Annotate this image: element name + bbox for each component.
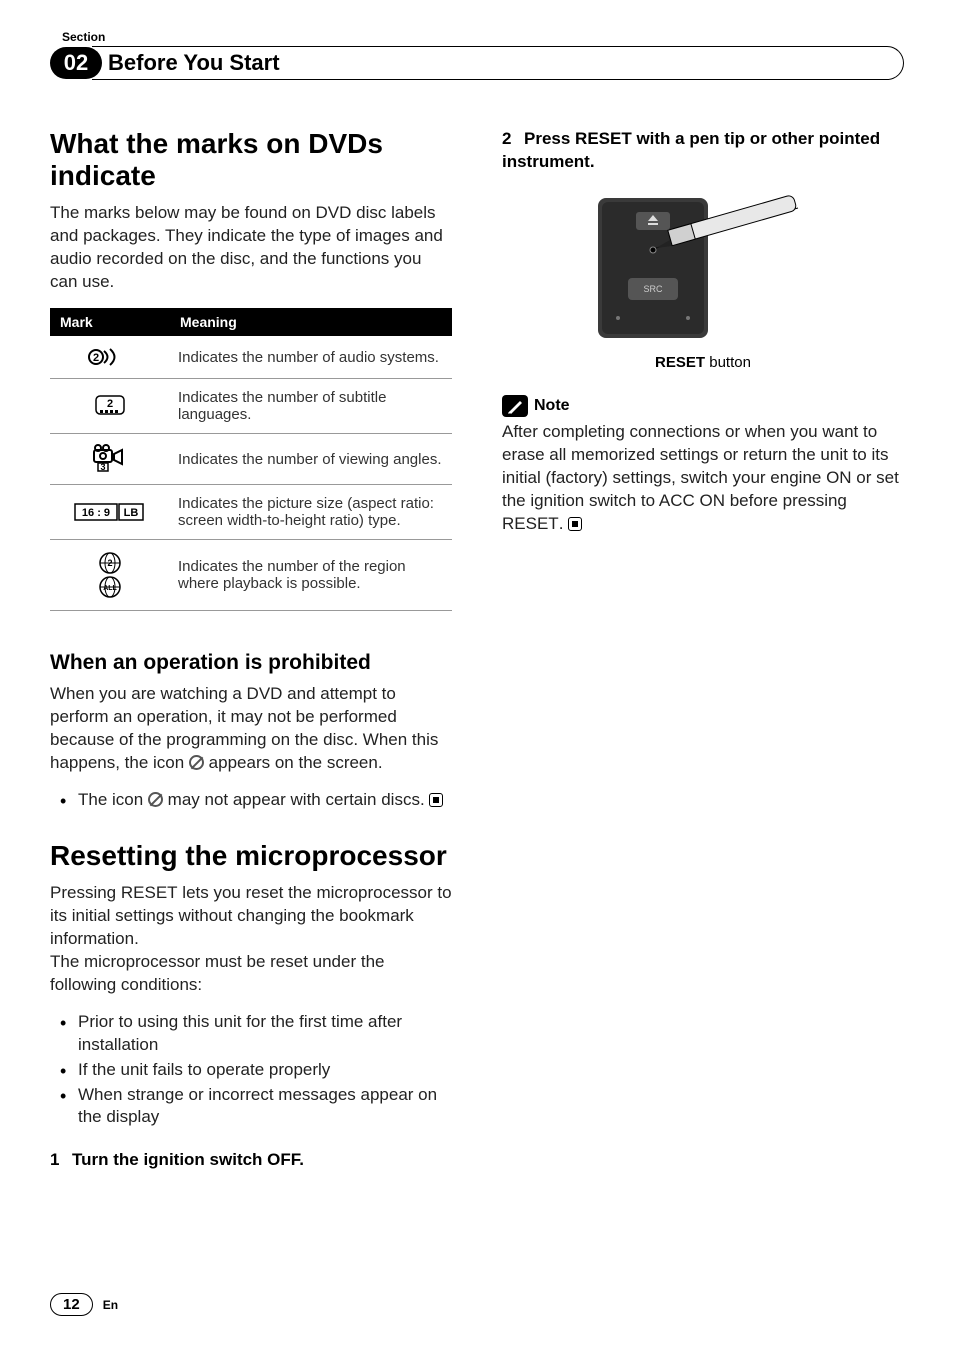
chapter-number-pill: 02 [50,47,102,79]
svg-text:2: 2 [93,352,99,364]
chapter-title: Before You Start [92,46,904,80]
region-code-icon: 2 ALL [50,540,170,611]
heading-reset: Resetting the microprocessor [50,840,452,872]
left-column: What the marks on DVDs indicate The mark… [50,128,452,1186]
table-row: 2 ALL Indicates the number of the region… [50,540,452,611]
end-mark-icon [429,793,443,807]
reset-caption: RESET button [502,354,904,371]
heading-dvd-marks: What the marks on DVDs indicate [50,128,452,192]
step-2: 2Press RESET with a pen tip or other poi… [502,128,904,174]
chapter-header: 02 Before You Start [50,46,904,80]
meaning-cell: Indicates the picture size (aspect ratio… [170,485,452,540]
reset-conditions-list: Prior to using this unit for the first t… [50,1011,452,1130]
subtitle-languages-icon: 2 [50,379,170,434]
reset-paragraph-2: The microprocessor must be reset under t… [50,951,452,997]
audio-systems-icon: 2 [50,336,170,379]
language-label: En [103,1298,118,1312]
section-label: Section [62,30,904,44]
prohibit-icon [189,755,204,770]
meaning-cell: Indicates the number of viewing angles. [170,434,452,485]
meaning-cell: Indicates the number of audio systems. [170,336,452,379]
svg-text:16 : 9: 16 : 9 [82,507,110,519]
note-heading: Note [502,395,904,417]
intro-paragraph: The marks below may be found on DVD disc… [50,202,452,294]
note-body: After completing connections or when you… [502,421,904,536]
reset-paragraph-1: Pressing RESET lets you reset the microp… [50,882,452,951]
note-label: Note [534,397,570,415]
table-row: 3 Indicates the number of viewing angles… [50,434,452,485]
table-row: 2 Indicates the number of subtitle langu… [50,379,452,434]
svg-text:2: 2 [107,398,113,410]
list-item: Prior to using this unit for the first t… [50,1011,452,1057]
step-1: 1Turn the ignition switch OFF. [50,1149,452,1172]
list-item: The icon may not appear with certain dis… [50,789,452,812]
viewing-angles-icon: 3 [50,434,170,485]
svg-text:SRC: SRC [643,284,663,294]
meaning-cell: Indicates the number of subtitle languag… [170,379,452,434]
svg-text:3: 3 [100,462,105,472]
svg-text:ALL: ALL [103,585,117,592]
dvd-marks-table: Mark Meaning 2 [50,308,452,611]
th-mark: Mark [50,308,170,336]
svg-text:2: 2 [107,558,112,568]
table-row: 16 : 9 LB Indicates the picture size (as… [50,485,452,540]
heading-prohibited: When an operation is prohibited [50,651,452,675]
list-item: If the unit fails to operate properly [50,1059,452,1082]
th-meaning: Meaning [170,308,452,336]
right-column: 2Press RESET with a pen tip or other poi… [502,128,904,1186]
end-mark-icon [568,517,582,531]
meaning-cell: Indicates the number of the region where… [170,540,452,611]
reset-illustration: SRC [588,188,818,348]
svg-text:LB: LB [124,507,139,519]
table-row: 2 Indicates the number of audio systems. [50,336,452,379]
aspect-ratio-icon: 16 : 9 LB [50,485,170,540]
page-footer: 12 En [50,1293,118,1316]
prohibited-paragraph: When you are watching a DVD and attempt … [50,683,452,775]
list-item: When strange or incorrect messages appea… [50,1084,452,1130]
note-icon [502,395,528,417]
prohibit-icon [148,792,163,807]
page-number: 12 [50,1293,93,1316]
